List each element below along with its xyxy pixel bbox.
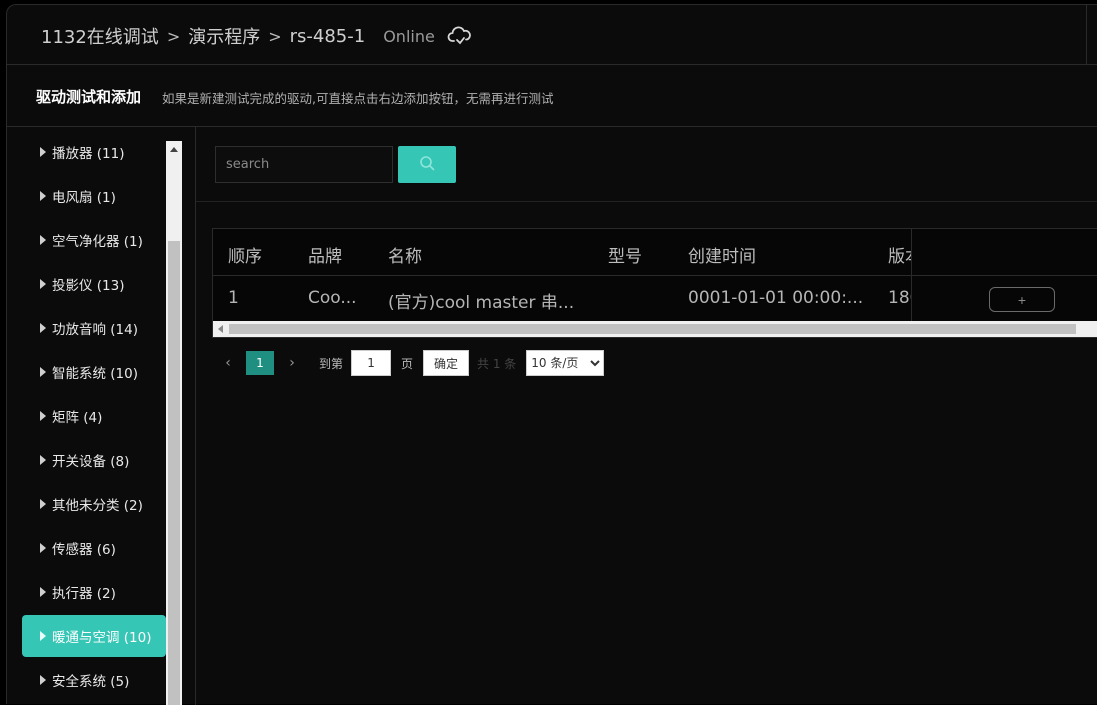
column-header-created: 创建时间 bbox=[688, 247, 756, 267]
sidebar-item-smart-system[interactable]: 智能系统 (10) bbox=[22, 351, 166, 393]
caret-right-icon bbox=[40, 147, 46, 157]
caret-right-icon bbox=[40, 543, 46, 553]
scroll-left-icon[interactable] bbox=[218, 325, 223, 333]
divider bbox=[196, 201, 1097, 202]
column-header-order: 顺序 bbox=[228, 247, 262, 267]
sidebar-item-projector[interactable]: 投影仪 (13) bbox=[22, 263, 166, 305]
top-bar: 1132在线调试 > 演示程序 > rs-485-1 Online bbox=[7, 5, 1097, 65]
driver-table: 顺序 品牌 名称 型号 创建时间 版本 1 Coo... (官方)cool ma… bbox=[212, 228, 1097, 338]
next-page-icon[interactable]: › bbox=[283, 355, 301, 371]
table-horizontal-scrollbar[interactable] bbox=[213, 321, 1097, 337]
breadcrumb-item-program[interactable]: 演示程序 bbox=[188, 23, 260, 49]
add-driver-button[interactable]: + bbox=[989, 287, 1055, 312]
sidebar-item-amplifier[interactable]: 功放音响 (14) bbox=[22, 307, 166, 349]
category-sidebar: 播放器 (11) 电风扇 (1) 空气净化器 (1) 投影仪 (13) 功放音响… bbox=[7, 127, 196, 705]
sidebar-item-label: 开关设备 (8) bbox=[52, 454, 130, 470]
column-header-brand: 品牌 bbox=[308, 247, 342, 267]
confirm-button[interactable]: 确定 bbox=[423, 350, 470, 376]
scrollbar-thumb[interactable] bbox=[229, 324, 1076, 334]
sidebar-item-player[interactable]: 播放器 (11) bbox=[22, 131, 166, 173]
sidebar-item-switch-device[interactable]: 开关设备 (8) bbox=[22, 439, 166, 481]
divider bbox=[1086, 5, 1087, 65]
sidebar-scrollbar[interactable] bbox=[166, 141, 182, 705]
sidebar-item-label: 空气净化器 (1) bbox=[52, 234, 143, 250]
divider bbox=[912, 275, 1097, 276]
chevron-right-icon: > bbox=[166, 26, 181, 46]
sidebar-item-security[interactable]: 安全系统 (5) bbox=[22, 659, 166, 701]
search-input[interactable] bbox=[215, 146, 393, 183]
page-button-current[interactable]: 1 bbox=[246, 351, 274, 375]
sidebar-item-label: 投影仪 (13) bbox=[52, 278, 125, 294]
sidebar-item-label: 其他未分类 (2) bbox=[52, 498, 143, 514]
caret-right-icon bbox=[40, 455, 46, 465]
sidebar-item-label: 矩阵 (4) bbox=[52, 410, 103, 426]
sidebar-item-label: 智能系统 (10) bbox=[52, 366, 139, 382]
sidebar-item-hvac[interactable]: 暖通与空调 (10) bbox=[22, 615, 166, 657]
pagination: ‹ 1 › 到第 页 确定 共 1 条 10 条/页 bbox=[219, 350, 605, 376]
caret-right-icon bbox=[40, 367, 46, 377]
caret-right-icon bbox=[40, 675, 46, 685]
caret-right-icon bbox=[40, 631, 46, 641]
caret-right-icon bbox=[40, 279, 46, 289]
prev-page-icon[interactable]: ‹ bbox=[219, 355, 237, 371]
caret-right-icon bbox=[40, 323, 46, 333]
cell-brand: Coo... bbox=[308, 288, 357, 308]
sidebar-item-label: 功放音响 (14) bbox=[52, 322, 139, 338]
search-button[interactable] bbox=[398, 146, 456, 183]
main-panel: 顺序 品牌 名称 型号 创建时间 版本 1 Coo... (官方)cool ma… bbox=[196, 127, 1097, 704]
section-hint: 如果是新建测试完成的驱动,可直接点击右边添加按钮，无需再进行测试 bbox=[162, 91, 554, 106]
caret-right-icon bbox=[40, 587, 46, 597]
action-column: + bbox=[911, 229, 1097, 321]
page-size-select[interactable]: 10 条/页 bbox=[526, 350, 605, 376]
total-count: 共 1 条 bbox=[477, 356, 517, 371]
sidebar-item-label: 播放器 (11) bbox=[52, 146, 125, 162]
caret-right-icon bbox=[40, 235, 46, 245]
sidebar-item-sensor[interactable]: 传感器 (6) bbox=[22, 527, 166, 569]
column-header-name: 名称 bbox=[388, 247, 422, 267]
chevron-right-icon: > bbox=[268, 26, 282, 46]
column-header-model: 型号 bbox=[608, 247, 642, 267]
breadcrumb: 1132在线调试 > 演示程序 > rs-485-1 Online bbox=[41, 23, 473, 49]
sidebar-item-label: 安全系统 (5) bbox=[52, 674, 130, 690]
caret-right-icon bbox=[40, 499, 46, 509]
caret-right-icon bbox=[40, 191, 46, 201]
sidebar-item-uncategorized[interactable]: 其他未分类 (2) bbox=[22, 483, 166, 525]
sidebar-item-matrix[interactable]: 矩阵 (4) bbox=[22, 395, 166, 437]
sidebar-item-actuator[interactable]: 执行器 (2) bbox=[22, 571, 166, 613]
goto-page-input[interactable] bbox=[351, 350, 392, 376]
search-icon bbox=[419, 155, 435, 174]
caret-right-icon bbox=[40, 411, 46, 421]
cell-name: (官方)cool master 串... bbox=[388, 293, 575, 313]
status-label: Online bbox=[383, 26, 435, 46]
page-unit-label: 页 bbox=[401, 356, 414, 371]
sidebar-item-label: 执行器 (2) bbox=[52, 586, 116, 602]
breadcrumb-item-device: rs-485-1 bbox=[289, 25, 366, 47]
scroll-up-icon[interactable] bbox=[170, 147, 178, 152]
scrollbar-thumb[interactable] bbox=[168, 241, 180, 705]
sidebar-item-label: 传感器 (6) bbox=[52, 542, 116, 558]
sidebar-item-label: 电风扇 (1) bbox=[52, 190, 116, 206]
breadcrumb-item-project[interactable]: 1132在线调试 bbox=[41, 23, 159, 49]
sidebar-item-label: 暖通与空调 (10) bbox=[52, 630, 152, 646]
cell-created: 0001-01-01 00:00:... bbox=[688, 288, 864, 308]
cell-order: 1 bbox=[228, 288, 239, 308]
sidebar-item-fan[interactable]: 电风扇 (1) bbox=[22, 175, 166, 217]
sidebar-item-air-purifier[interactable]: 空气净化器 (1) bbox=[22, 219, 166, 261]
app-window: 1132在线调试 > 演示程序 > rs-485-1 Online 驱动测试和添… bbox=[6, 4, 1097, 705]
goto-label: 到第 bbox=[319, 356, 344, 371]
cloud-sync-icon[interactable] bbox=[447, 25, 473, 47]
section-header: 驱动测试和添加 如果是新建测试完成的驱动,可直接点击右边添加按钮，无需再进行测试 bbox=[7, 65, 1097, 127]
section-title: 驱动测试和添加 bbox=[36, 88, 142, 106]
